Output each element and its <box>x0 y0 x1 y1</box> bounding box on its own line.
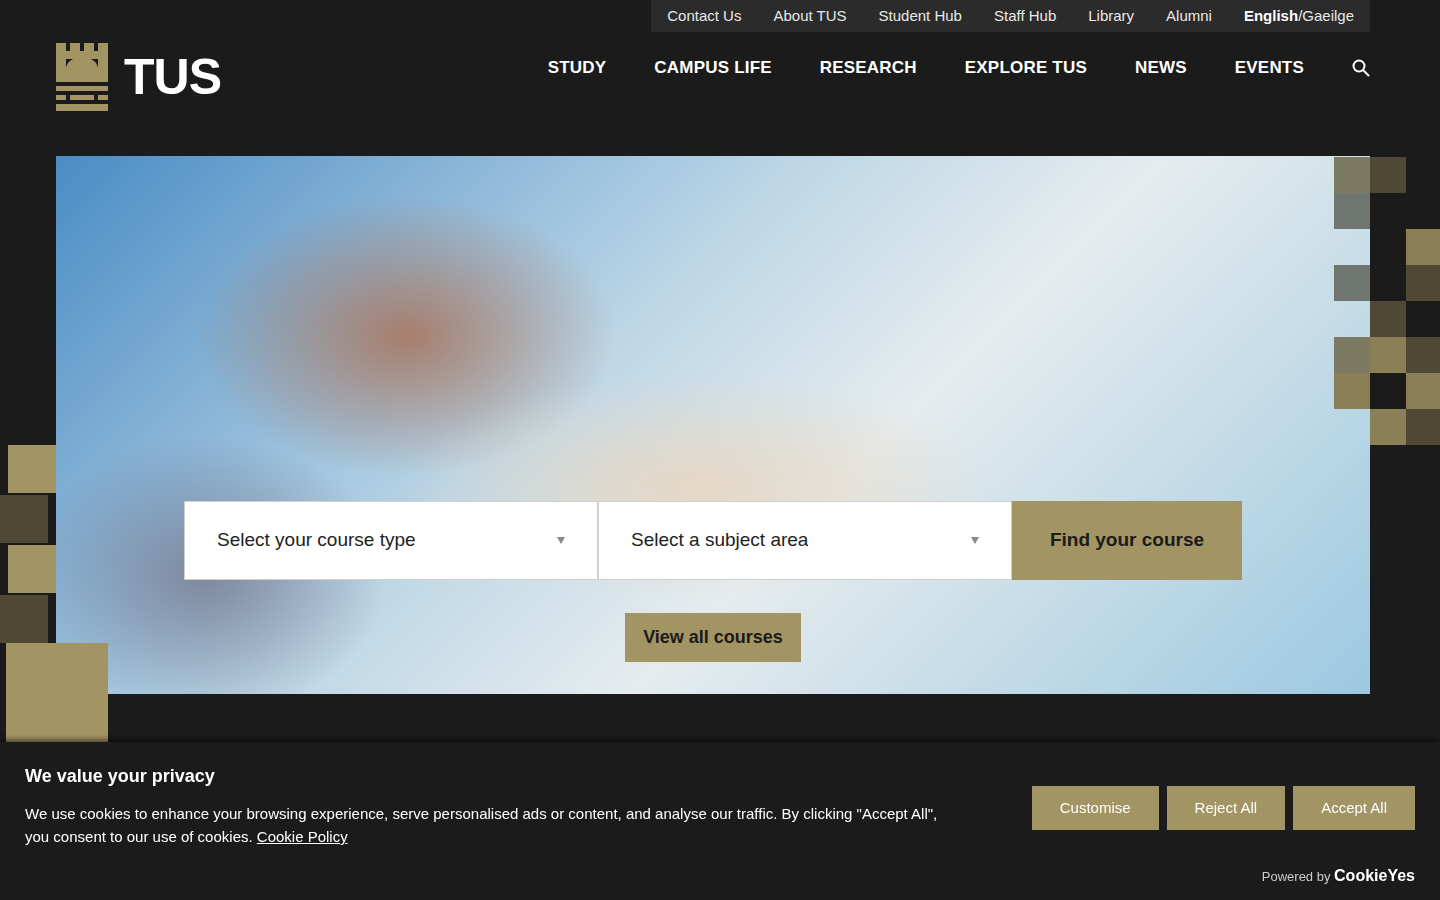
nav-link-item[interactable]: NEWS <box>1135 55 1187 81</box>
utility-link[interactable]: Student Hub <box>879 5 962 28</box>
logo-text: TUS <box>124 52 221 102</box>
decor-square <box>1370 409 1406 445</box>
decor-square <box>1406 229 1440 265</box>
powered-by: Powered by CookieYes <box>25 864 1415 888</box>
decor-square <box>1406 373 1440 409</box>
decor-square <box>1334 265 1370 301</box>
search-icon[interactable] <box>1352 59 1370 77</box>
cookieyes-logo: CookieYes <box>1334 867 1415 884</box>
decor-square <box>1334 337 1370 373</box>
utility-link[interactable]: Staff Hub <box>994 5 1056 28</box>
subject-area-label: Select a subject area <box>631 526 808 555</box>
course-search: Select your course type Select a subject … <box>184 501 1242 580</box>
decor-square <box>1370 157 1406 193</box>
nav-link-item[interactable]: RESEARCH <box>820 55 917 81</box>
cookie-row: We value your privacy We use cookies to e… <box>25 766 1415 848</box>
course-type-select[interactable]: Select your course type <box>184 501 598 580</box>
logo[interactable]: TUS <box>56 43 221 111</box>
decor-square <box>1406 409 1440 445</box>
nav-link-item[interactable]: EXPLORE TUS <box>965 55 1087 81</box>
decor-square <box>0 495 48 543</box>
subject-area-select[interactable]: Select a subject area <box>598 501 1012 580</box>
header: TUS STUDY CAMPUS LIFE RESEARCH EXPLORE TUS NE… <box>56 32 1370 122</box>
utility-link[interactable]: Alumni <box>1166 5 1212 28</box>
language-option[interactable]: Gaeilge <box>1302 7 1354 24</box>
decor-square <box>1370 301 1406 337</box>
course-type-label: Select your course type <box>217 526 416 555</box>
nav-link-item[interactable]: EVENTS <box>1235 55 1304 81</box>
cookie-text: We use cookies to enhance your browsing … <box>25 802 955 848</box>
decor-square <box>8 545 56 593</box>
decor-square <box>0 595 48 643</box>
language-separator: / <box>1298 7 1302 24</box>
nav-link-item[interactable]: CAMPUS LIFE <box>654 55 771 81</box>
decor-square <box>1334 193 1370 229</box>
cookie-button[interactable]: Customise <box>1032 786 1159 830</box>
cookie-button[interactable]: Reject All <box>1167 786 1286 830</box>
dropdown-arrow-icon <box>971 537 979 544</box>
language-option[interactable]: English <box>1244 7 1298 24</box>
cookie-button[interactable]: Accept All <box>1293 786 1415 830</box>
decor-square <box>1406 265 1440 301</box>
cookie-banner: We value your privacy We use cookies to e… <box>0 742 1440 900</box>
cookie-title: We value your privacy <box>25 766 955 788</box>
dropdown-arrow-icon <box>557 537 565 544</box>
decor-square <box>1406 337 1440 373</box>
utility-link[interactable]: Library <box>1088 5 1134 28</box>
utility-bar: Contact Us About TUS Student Hub Staff Hub L… <box>651 0 1370 32</box>
cookie-buttons: CustomiseReject AllAccept All <box>1032 786 1415 830</box>
view-all-courses-button[interactable]: View all courses <box>625 613 801 662</box>
decor-square <box>1370 337 1406 373</box>
utility-link[interactable]: About TUS <box>773 5 846 28</box>
powered-label: Powered by <box>1262 869 1331 884</box>
decor-square <box>1334 373 1370 409</box>
utility-link[interactable]: Contact Us <box>667 5 741 28</box>
cookie-body: We use cookies to enhance your browsing … <box>25 805 937 845</box>
main-nav: STUDY CAMPUS LIFE RESEARCH EXPLORE TUS NEWS E… <box>548 55 1370 81</box>
language-switch: English/Gaeilge <box>1244 5 1354 28</box>
find-course-button[interactable]: Find your course <box>1012 501 1242 580</box>
decor-square <box>1334 157 1370 193</box>
nav-link-item[interactable]: STUDY <box>548 55 607 81</box>
cookie-policy-link[interactable]: Cookie Policy <box>257 828 348 845</box>
cookie-text-block: We value your privacy We use cookies to e… <box>25 766 955 848</box>
castle-icon <box>56 43 108 111</box>
decor-square <box>8 445 56 493</box>
hero-video: Select your course type Select a subject … <box>56 156 1370 694</box>
decor-square <box>6 643 108 745</box>
